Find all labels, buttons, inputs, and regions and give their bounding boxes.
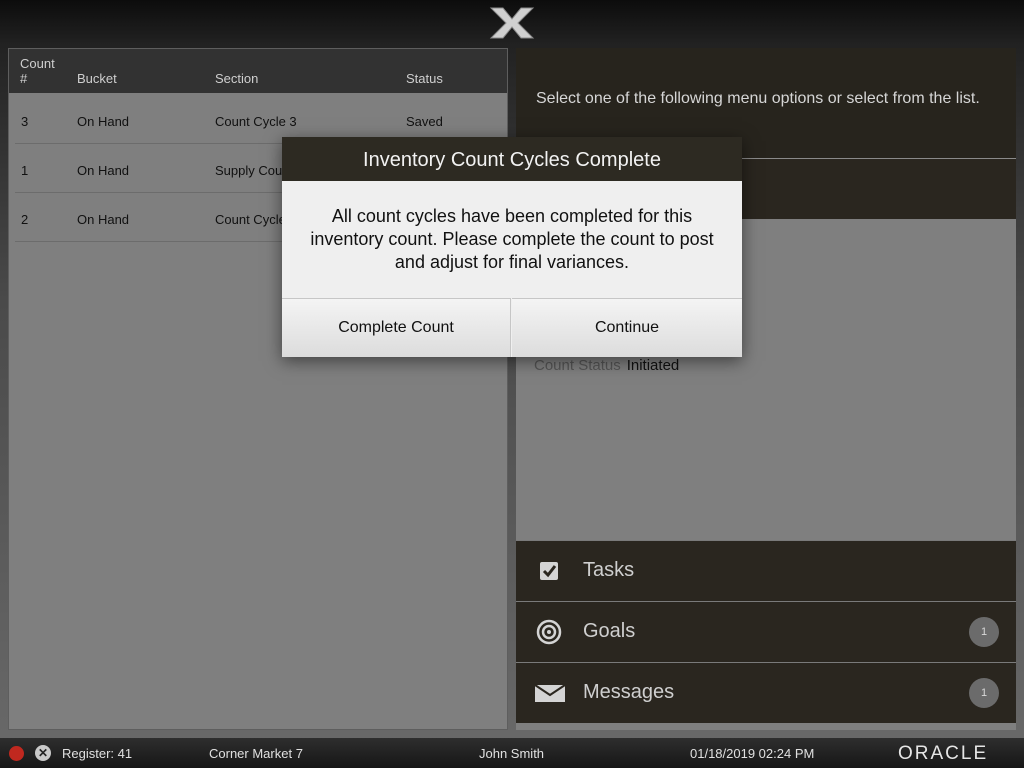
- date-time: 01/18/2019 02:24 PM: [690, 746, 815, 761]
- count-status-row: Count Status Initiated: [534, 357, 679, 374]
- cell-bucket: On Hand: [77, 212, 130, 227]
- menu-item-messages[interactable]: Messages 1: [516, 662, 1016, 723]
- continue-button[interactable]: Continue: [512, 298, 742, 357]
- cell-bucket: On Hand: [77, 114, 130, 129]
- app-logo-icon: [489, 7, 535, 39]
- register-label: Register: 41: [62, 746, 133, 761]
- menu-item-tasks[interactable]: Tasks: [516, 540, 1016, 601]
- dialog-title: Inventory Count Cycles Complete: [282, 137, 742, 181]
- header-section: Section: [215, 71, 259, 86]
- cell-section: Count Cycle 3: [215, 114, 297, 129]
- cell-count: 1: [21, 163, 29, 178]
- menu-item-label: Tasks: [583, 559, 635, 581]
- user-name: John Smith: [479, 746, 545, 761]
- count-status-value: Initiated: [626, 357, 680, 374]
- cell-status: Saved: [406, 114, 443, 129]
- checkbox-icon: [540, 562, 558, 580]
- cell-section: Count Cycle: [215, 212, 286, 227]
- header-count: Count #: [20, 56, 55, 86]
- envelope-icon: [534, 684, 566, 702]
- cell-bucket: On Hand: [77, 163, 130, 178]
- cell-section: Supply Cou: [215, 163, 283, 178]
- oracle-logo: ORACLE: [898, 743, 989, 764]
- menu-item-goals[interactable]: Goals 1: [516, 601, 1016, 662]
- dialog-message: All count cycles have been completed for…: [310, 206, 714, 272]
- list-header: Count # Bucket Section Status: [9, 49, 507, 93]
- header-bucket: Bucket: [77, 71, 117, 86]
- header-status: Status: [406, 71, 443, 86]
- instructions-text: Select one of the following menu options…: [536, 90, 980, 107]
- close-icon[interactable]: ✕: [35, 745, 51, 761]
- cell-count: 2: [21, 212, 29, 227]
- complete-count-button[interactable]: Complete Count: [282, 298, 511, 357]
- target-icon: [536, 619, 562, 645]
- status-bar: ✕ Register: 41 Corner Market 7 John Smit…: [0, 738, 1024, 768]
- menu-item-label: Goals: [583, 620, 636, 642]
- store-name: Corner Market 7: [209, 746, 303, 761]
- cell-count: 3: [21, 114, 29, 129]
- count-complete-dialog: Inventory Count Cycles Complete All coun…: [282, 137, 742, 357]
- goals-count-badge: 1: [969, 617, 999, 647]
- connection-status-icon: [9, 746, 24, 761]
- menu-item-label: Messages: [583, 681, 675, 703]
- messages-count-badge: 1: [969, 678, 999, 708]
- count-status-label: Count Status: [534, 357, 621, 374]
